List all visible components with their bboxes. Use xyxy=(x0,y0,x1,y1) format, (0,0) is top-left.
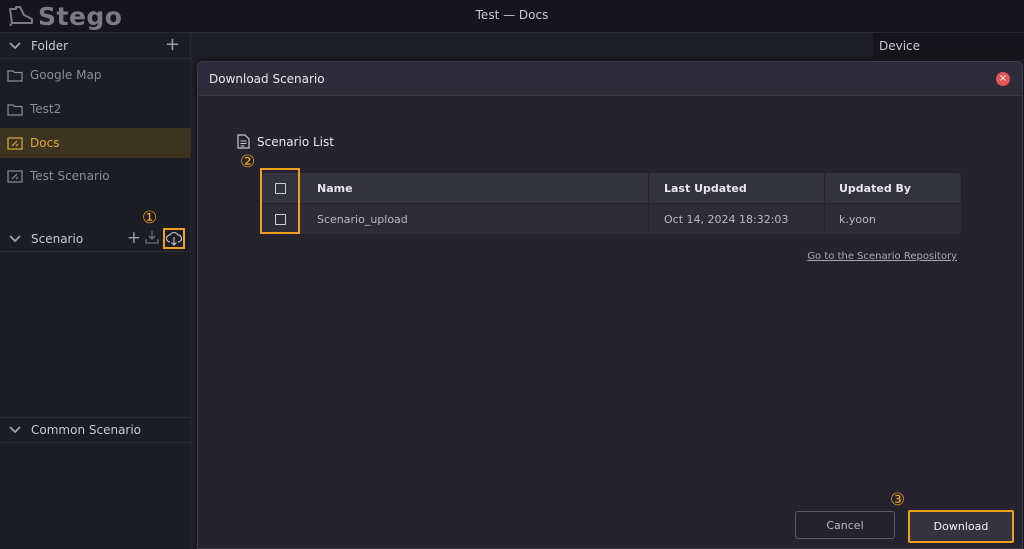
step-marker-3: ③ xyxy=(890,490,906,510)
chevron-down-icon xyxy=(9,234,23,243)
table-header-row: Name Last Updated Updated By xyxy=(262,173,961,203)
close-icon[interactable]: × xyxy=(996,72,1010,86)
table-row[interactable]: Scenario_upload Oct 14, 2024 18:32:03 k.… xyxy=(262,204,961,234)
updated-by-cell: k.yoon xyxy=(839,212,876,226)
sidebar: Folder + Google Map Test2 Docs Test Scen… xyxy=(0,33,191,549)
download-scenario-dialog: Download Scenario × Scenario List ② Name… xyxy=(197,61,1023,549)
step-marker-2: ② xyxy=(240,152,256,172)
dialog-title: Download Scenario xyxy=(209,72,325,86)
column-header-last-updated[interactable]: Last Updated xyxy=(649,173,825,203)
import-icon[interactable] xyxy=(145,230,159,247)
folder-item-label: Test Scenario xyxy=(30,169,110,183)
chevron-down-icon xyxy=(9,41,23,50)
folder-icon xyxy=(7,103,23,116)
scenario-section-header[interactable]: Scenario + xyxy=(0,226,191,252)
add-folder-icon[interactable]: + xyxy=(165,36,180,54)
common-scenario-header-label: Common Scenario xyxy=(31,423,142,437)
title-bar: Stego Test — Docs xyxy=(0,0,1024,33)
scenario-list-title: Scenario List xyxy=(257,134,334,149)
folder-item-label: Google Map xyxy=(30,68,102,82)
scenario-repository-link[interactable]: Go to the Scenario Repository xyxy=(807,251,957,262)
folder-item-test2[interactable]: Test2 xyxy=(0,94,191,124)
scenario-actions: + xyxy=(127,228,185,249)
main-toolbar-strip xyxy=(191,33,873,59)
device-tab[interactable]: Device xyxy=(873,33,1024,59)
folder-item-label: Docs xyxy=(30,136,60,150)
folder-header-label: Folder xyxy=(31,38,69,53)
column-header-updated-by[interactable]: Updated By xyxy=(825,173,961,203)
scenario-folder-icon xyxy=(7,136,23,150)
column-header-name[interactable]: Name xyxy=(298,173,649,203)
cancel-button[interactable]: Cancel xyxy=(795,511,895,539)
scenario-header-label: Scenario xyxy=(31,231,84,246)
folder-item-label: Test2 xyxy=(30,102,62,116)
document-icon xyxy=(237,134,250,149)
app-window: Stego Test — Docs Folder + Google Map Te… xyxy=(0,0,1024,549)
step-marker-1: ① xyxy=(142,208,158,228)
common-scenario-section-header[interactable]: Common Scenario xyxy=(0,417,191,443)
scenario-folder-icon xyxy=(7,169,23,183)
download-button[interactable]: Download xyxy=(908,510,1014,543)
add-scenario-icon[interactable]: + xyxy=(127,230,141,247)
download-scenario-icon[interactable] xyxy=(163,228,185,249)
folder-item-docs[interactable]: Docs xyxy=(0,128,191,158)
folder-icon xyxy=(7,69,23,82)
folder-item-google-map[interactable]: Google Map xyxy=(0,60,191,90)
last-updated-cell: Oct 14, 2024 18:32:03 xyxy=(649,204,825,234)
dialog-header: Download Scenario × xyxy=(198,62,1022,96)
chevron-down-icon xyxy=(9,426,23,434)
scenario-list-heading: Scenario List xyxy=(237,134,334,149)
window-title: Test — Docs xyxy=(475,8,549,22)
folder-section-header[interactable]: Folder + xyxy=(0,33,191,59)
checkbox-highlight xyxy=(260,168,300,234)
scenario-name-cell: Scenario_upload xyxy=(298,204,649,234)
folder-item-test-scenario[interactable]: Test Scenario xyxy=(0,161,191,191)
